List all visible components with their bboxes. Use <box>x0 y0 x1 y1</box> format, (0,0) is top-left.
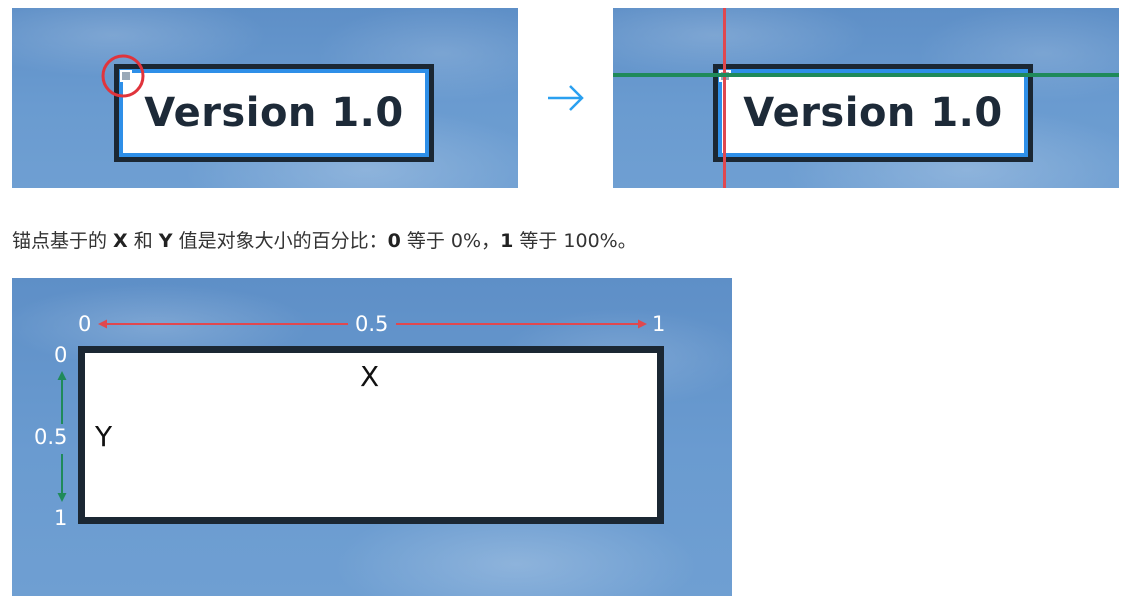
y-axis-start-label: 0 <box>54 343 68 367</box>
x-label: X <box>360 360 380 393</box>
y-axis-end-label: 1 <box>54 506 68 530</box>
y-axis-mid-label: 0.5 <box>34 425 68 449</box>
y-label: Y <box>95 420 113 453</box>
